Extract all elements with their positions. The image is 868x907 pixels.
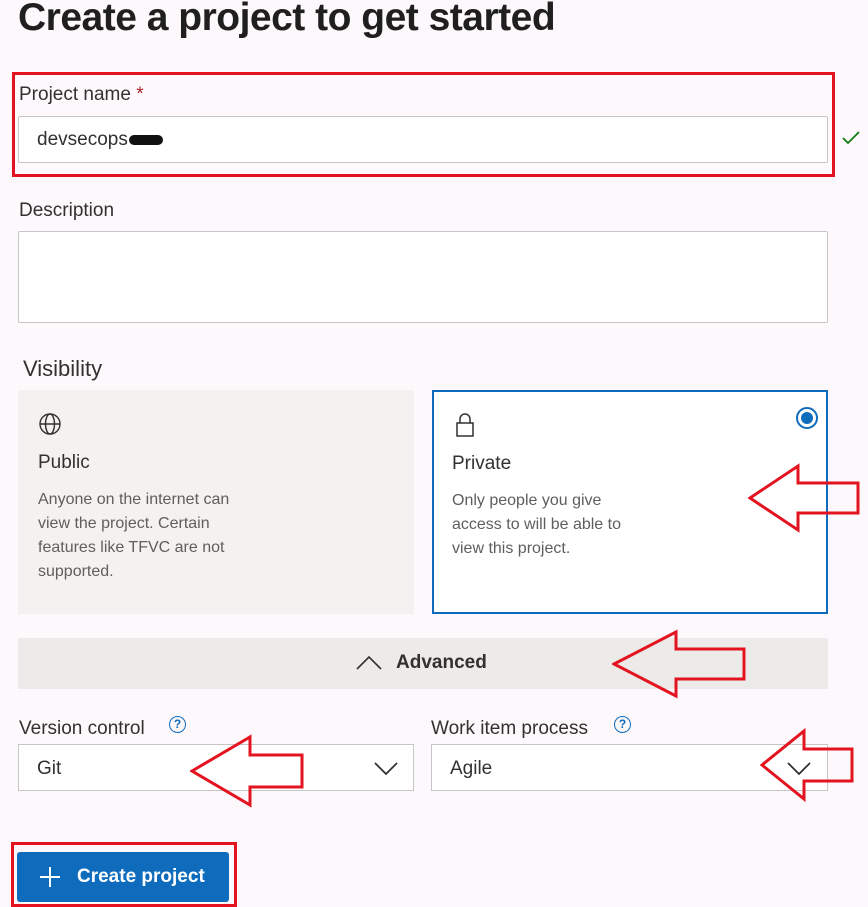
visibility-label: Visibility [23,356,103,381]
public-description: Anyone on the internet can view the proj… [38,491,230,580]
work-item-process-value: Agile [450,758,493,779]
annotation-box-create-button [11,842,237,907]
annotation-arrow-work-item [760,728,854,802]
advanced-label: Advanced [396,652,487,673]
description-label: Description [19,200,115,221]
annotation-arrow-version-control [190,734,304,808]
annotation-arrow-advanced [612,629,746,699]
work-item-process-label: Work item process [431,718,588,739]
checkmark-icon [842,131,860,145]
version-control-label: Version control [19,718,145,739]
version-control-value: Git [37,758,62,779]
visibility-option-public[interactable]: Public Anyone on the internet can view t… [18,390,414,614]
lock-icon [456,413,474,437]
private-title: Private [452,453,512,474]
version-control-help-icon[interactable]: ? [169,716,186,733]
private-radio-selected[interactable] [796,407,818,429]
description-textarea[interactable] [18,231,828,323]
public-title: Public [38,452,90,473]
page-title: Create a project to get started [18,0,556,39]
chevron-up-icon [356,655,382,670]
work-item-process-help-icon[interactable]: ? [614,716,631,733]
annotation-box-project-name [12,72,835,177]
annotation-arrow-private [748,463,860,533]
chevron-down-icon [374,762,398,776]
private-description: Only people you give access to will be a… [452,492,621,557]
globe-icon [39,413,61,435]
